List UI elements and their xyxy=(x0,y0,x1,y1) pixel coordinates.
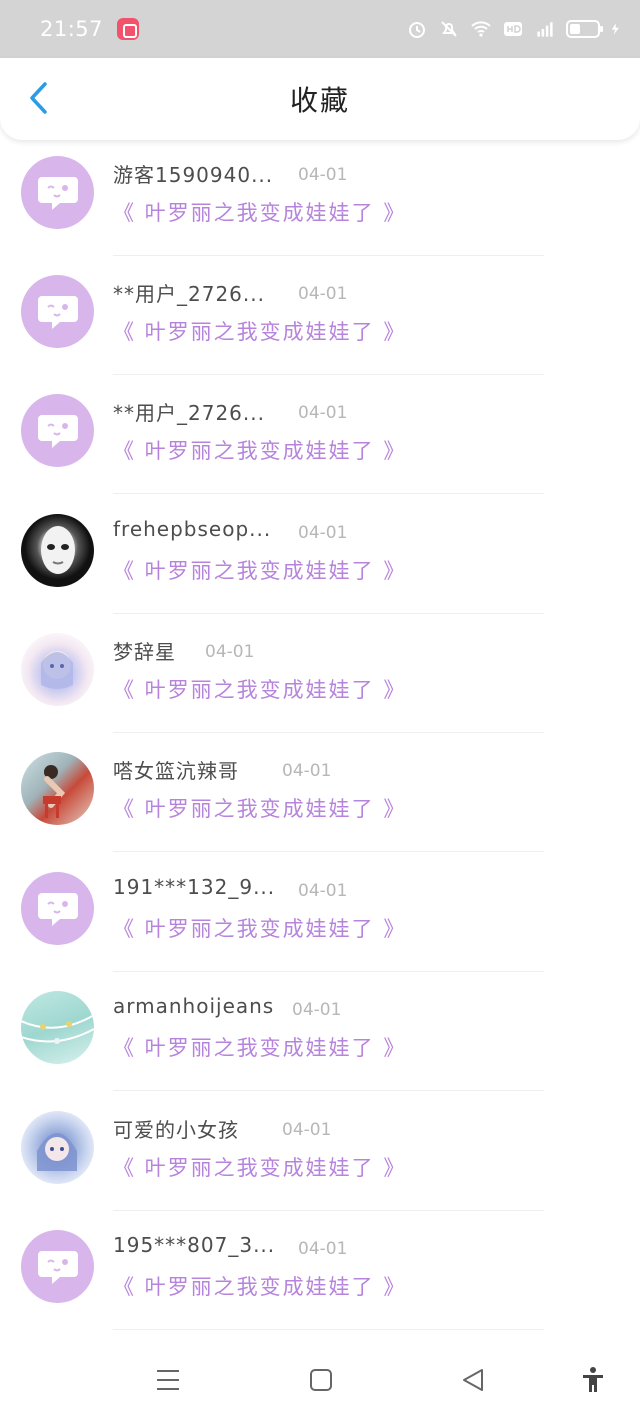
username: **用户_2726... xyxy=(113,282,265,306)
battery-icon xyxy=(566,20,603,38)
username: 191***132_9... xyxy=(113,875,276,899)
avatar[interactable] xyxy=(21,514,94,587)
avatar[interactable] xyxy=(21,156,94,229)
4g-signal-icon xyxy=(537,22,553,37)
novel-title-link[interactable]: 《 叶罗丽之我变成娃娃了 》 xyxy=(113,197,406,227)
username: **用户_2726... xyxy=(113,401,265,425)
date: 04-01 xyxy=(298,284,348,304)
novel-title-link[interactable]: 《 叶罗丽之我变成娃娃了 》 xyxy=(113,913,406,943)
avatar[interactable] xyxy=(21,752,94,825)
novel-title-link[interactable]: 《 叶罗丽之我变成娃娃了 》 xyxy=(113,435,406,465)
username: armanhoijeans xyxy=(113,994,275,1018)
date: 04-01 xyxy=(282,1120,332,1140)
pinup-figure-icon xyxy=(43,765,66,818)
divider xyxy=(113,493,544,494)
date: 04-01 xyxy=(282,761,332,781)
username: 嗒女篮沆辣哥 xyxy=(113,759,239,783)
avatar[interactable] xyxy=(21,394,94,467)
anime-girl-icon xyxy=(41,651,73,689)
divider xyxy=(113,1329,544,1330)
list-item[interactable]: **用户_2726... 04-01 《 叶罗丽之我变成娃娃了 》 xyxy=(0,375,640,494)
chat-bubble-icon xyxy=(37,414,78,448)
list-item[interactable]: 游客1590940... 04-01 《 叶罗丽之我变成娃娃了 》 xyxy=(0,140,640,256)
home-square-icon xyxy=(310,1369,332,1391)
back-nav-button[interactable] xyxy=(458,1366,488,1394)
novel-title-link[interactable]: 《 叶罗丽之我变成娃娃了 》 xyxy=(113,316,406,346)
username: 可爱的小女孩 xyxy=(113,1118,239,1142)
back-triangle-icon xyxy=(463,1369,483,1391)
date: 04-01 xyxy=(298,403,348,423)
chat-bubble-icon xyxy=(37,1250,78,1284)
date: 04-01 xyxy=(298,1239,348,1259)
charging-icon xyxy=(611,23,619,35)
app-badge-icon xyxy=(117,18,140,40)
novel-title-link[interactable]: 《 叶罗丽之我变成娃娃了 》 xyxy=(113,555,406,585)
anime-blue-icon xyxy=(37,1133,77,1171)
wifi-icon xyxy=(471,21,491,37)
list-item[interactable]: **用户_2726... 04-01 《 叶罗丽之我变成娃娃了 》 xyxy=(0,256,640,375)
avatar[interactable] xyxy=(21,1111,94,1184)
page-title: 收藏 xyxy=(289,84,350,117)
alarm-icon xyxy=(409,22,425,38)
chat-bubble-icon xyxy=(37,892,78,926)
list-item[interactable]: frehepbseop... 04-01 《 叶罗丽之我变成娃娃了 》 xyxy=(0,495,640,614)
novel-title-link[interactable]: 《 叶罗丽之我变成娃娃了 》 xyxy=(113,793,406,823)
avatar[interactable] xyxy=(21,872,94,945)
favorites-list[interactable]: 游客1590940... 04-01 《 叶罗丽之我变成娃娃了 》 **用户_2… xyxy=(0,140,640,1332)
novel-title-link[interactable]: 《 叶罗丽之我变成娃娃了 》 xyxy=(113,1271,406,1301)
date: 04-01 xyxy=(298,165,348,185)
list-item[interactable]: armanhoijeans 04-01 《 叶罗丽之我变成娃娃了 》 xyxy=(0,972,640,1091)
avatar[interactable] xyxy=(21,991,94,1064)
status-time: 21:57 xyxy=(40,17,104,41)
list-item[interactable]: 嗒女篮沆辣哥 04-01 《 叶罗丽之我变成娃娃了 》 xyxy=(0,733,640,852)
chat-bubble-icon xyxy=(37,176,78,210)
chat-bubble-icon xyxy=(37,295,78,329)
avatar[interactable] xyxy=(21,1230,94,1303)
back-button[interactable] xyxy=(18,78,58,118)
menu-icon xyxy=(157,1370,179,1390)
novel-title-link[interactable]: 《 叶罗丽之我变成娃娃了 》 xyxy=(113,1152,406,1182)
divider xyxy=(113,851,544,852)
list-item[interactable]: 191***132_9... 04-01 《 叶罗丽之我变成娃娃了 》 xyxy=(0,853,640,972)
system-nav-bar xyxy=(0,1332,640,1422)
username: frehepbseop... xyxy=(113,517,272,541)
list-item[interactable]: 可爱的小女孩 04-01 《 叶罗丽之我变成娃娃了 》 xyxy=(0,1092,640,1211)
novel-title-link[interactable]: 《 叶罗丽之我变成娃娃了 》 xyxy=(113,1032,406,1062)
username: 195***807_3... xyxy=(113,1233,276,1257)
beads-icon xyxy=(21,1014,94,1044)
avatar[interactable] xyxy=(21,633,94,706)
divider xyxy=(113,1090,544,1091)
chevron-left-icon xyxy=(30,82,47,114)
list-item[interactable]: 195***807_3... 04-01 《 叶罗丽之我变成娃娃了 》 xyxy=(0,1211,640,1330)
novel-title-link[interactable]: 《 叶罗丽之我变成娃娃了 》 xyxy=(113,674,406,704)
date: 04-01 xyxy=(298,881,348,901)
nav-bar: 收藏 xyxy=(0,58,640,140)
list-item[interactable]: 梦辞星 04-01 《 叶罗丽之我变成娃娃了 》 xyxy=(0,614,640,733)
username: 梦辞星 xyxy=(113,640,176,664)
home-button[interactable] xyxy=(306,1366,336,1394)
username: 游客1590940... xyxy=(113,163,274,187)
accessibility-icon xyxy=(583,1367,603,1392)
status-icons xyxy=(406,18,624,40)
mask-face-icon xyxy=(41,526,75,574)
date: 04-01 xyxy=(292,1000,342,1020)
avatar[interactable] xyxy=(21,275,94,348)
hd-icon xyxy=(504,22,522,36)
accessibility-button[interactable] xyxy=(578,1366,608,1394)
date: 04-01 xyxy=(298,523,348,543)
mute-icon xyxy=(441,21,457,37)
menu-button[interactable] xyxy=(153,1366,183,1394)
status-bar: 21:57 xyxy=(0,0,640,58)
date: 04-01 xyxy=(205,642,255,662)
